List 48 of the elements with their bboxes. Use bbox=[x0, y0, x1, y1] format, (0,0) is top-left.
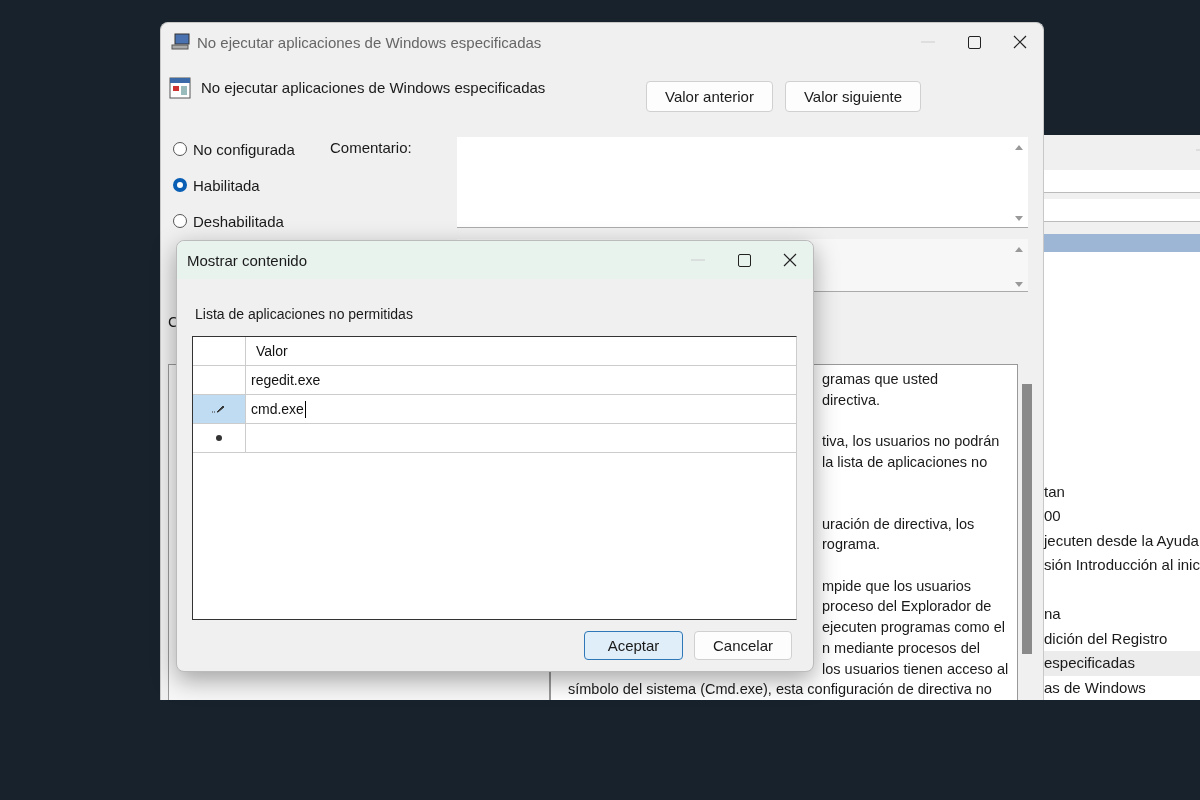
list-item[interactable]: tan bbox=[1044, 479, 1200, 504]
help-text: proceso del Explorador de bbox=[822, 597, 992, 617]
help-text: mpide que los usuarios bbox=[822, 576, 972, 596]
dialog-button[interactable]: Cancelar bbox=[694, 631, 792, 660]
dialog-button[interactable]: Aceptar bbox=[584, 631, 683, 660]
text-field[interactable] bbox=[1044, 170, 1200, 194]
scroll-arrows-icon[interactable] bbox=[1014, 143, 1024, 223]
computer-icon bbox=[171, 33, 191, 51]
help-text: símbolo del sistema (Cmd.exe), esta configuración de directiva no bbox=[568, 680, 992, 700]
help-text: la lista de aplicaciones no bbox=[822, 452, 988, 472]
help-text: tiva, los usuarios no podrán bbox=[822, 432, 1000, 452]
list-item[interactable]: na bbox=[1044, 602, 1200, 627]
list-item[interactable]: 00 bbox=[1044, 504, 1200, 529]
help-text: n mediante procesos del bbox=[822, 638, 980, 658]
policy-icon bbox=[169, 77, 191, 99]
pencil-icon bbox=[212, 405, 226, 413]
help-text: uración de directiva, los bbox=[822, 514, 975, 534]
help-text: directiva. bbox=[822, 390, 881, 410]
help-text: gramas que usted bbox=[822, 370, 939, 389]
close-icon[interactable] bbox=[783, 253, 797, 267]
column-header[interactable]: Valor bbox=[246, 337, 796, 365]
help-text: rograma. bbox=[822, 535, 881, 555]
value-cell[interactable]: regedit.exe bbox=[246, 366, 796, 394]
help-text: ejecuten programas como el bbox=[822, 618, 1005, 638]
list-item[interactable]: jecuten desde la Ayuda bbox=[1044, 528, 1200, 553]
window-title: No ejecutar aplicaciones de Windows especificadas bbox=[197, 33, 543, 51]
comment-field[interactable] bbox=[457, 137, 1028, 228]
nav-button[interactable]: Valor anterior bbox=[646, 81, 773, 112]
nav-button[interactable]: Valor siguiente bbox=[784, 81, 922, 112]
radio-option[interactable]: Deshabilitada bbox=[173, 203, 330, 239]
maximize-icon[interactable] bbox=[737, 253, 751, 267]
list-item[interactable]: especificadas bbox=[1044, 651, 1200, 676]
list-item[interactable]: as de Windows bbox=[1044, 675, 1200, 700]
policy-heading: No ejecutar aplicaciones de Windows especificadas bbox=[201, 79, 547, 96]
radio-option[interactable]: No configurada bbox=[173, 131, 330, 167]
list-item[interactable]: dición del Registro bbox=[1044, 626, 1200, 651]
scrollbar-thumb[interactable] bbox=[1022, 384, 1032, 654]
help-text: los usuarios tienen acceso al bbox=[822, 659, 1009, 679]
dialog-title: Mostrar contenido bbox=[187, 251, 309, 269]
radio-option[interactable]: Habilitada bbox=[173, 167, 330, 203]
text-field[interactable] bbox=[1044, 199, 1200, 223]
list-label: Lista de aplicaciones no permitidas bbox=[195, 306, 413, 322]
comment-label: Comentario: bbox=[330, 139, 413, 158]
list-item[interactable]: sión Introducción al inic bbox=[1044, 553, 1200, 578]
close-icon[interactable] bbox=[1013, 35, 1027, 49]
value-cell[interactable]: cmd.exe bbox=[246, 395, 796, 423]
scroll-arrows-icon[interactable] bbox=[1014, 245, 1024, 289]
maximize-icon[interactable] bbox=[967, 35, 981, 49]
